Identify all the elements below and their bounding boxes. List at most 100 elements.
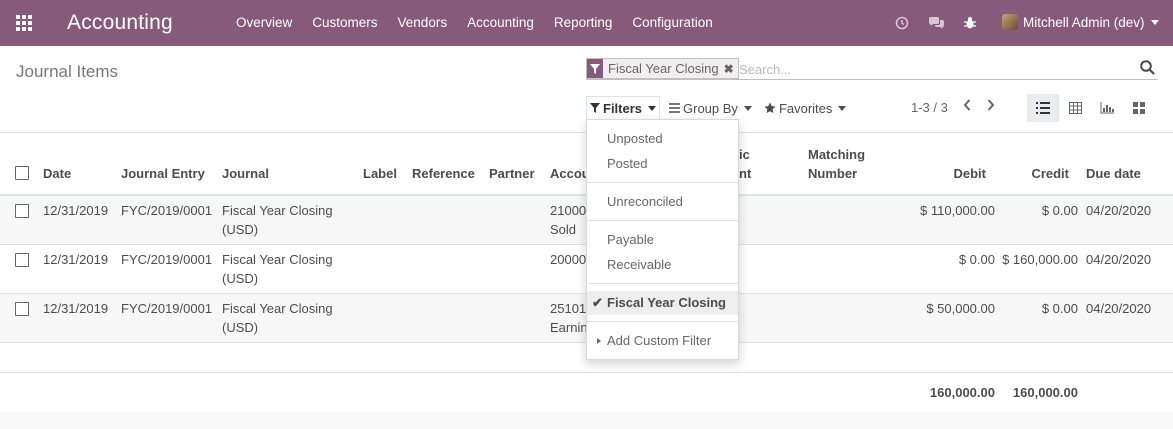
pager-value[interactable]: 1-3 / 3 — [911, 100, 948, 115]
filters-button[interactable]: Filters — [586, 96, 661, 120]
chevron-down-icon — [1150, 19, 1159, 25]
chevron-left-icon[interactable] — [962, 98, 972, 115]
filter-fiscal-year-closing[interactable]: ✔ Fiscal Year Closing — [587, 291, 738, 315]
kanban-view-icon[interactable] — [1123, 94, 1155, 122]
filter-icon — [587, 59, 603, 78]
menu-vendors[interactable]: Vendors — [388, 0, 458, 46]
filters-dropdown-menu: Unposted Posted Unreconciled Payable Rec… — [586, 119, 739, 360]
cell-debit: $ 110,000.00 — [920, 203, 995, 218]
systray — [893, 14, 979, 32]
column-label[interactable]: Label — [363, 164, 397, 183]
cell-date: 12/31/2019 — [43, 203, 109, 218]
filter-unposted[interactable]: Unposted — [587, 127, 738, 151]
menu-customers[interactable]: Customers — [302, 0, 387, 46]
user-name: Mitchell Admin (dev) — [1023, 14, 1145, 30]
graph-view-icon[interactable] — [1091, 94, 1123, 122]
select-all-checkbox[interactable] — [15, 166, 29, 180]
column-reference[interactable]: Reference — [412, 164, 475, 183]
pivot-view-icon[interactable] — [1059, 94, 1091, 122]
row-checkbox[interactable] — [15, 253, 29, 267]
column-analytic-line2[interactable]: nt — [739, 164, 751, 183]
column-matching-line2[interactable]: Number — [808, 164, 857, 183]
menu-overview[interactable]: Overview — [226, 0, 302, 46]
avatar — [1002, 14, 1018, 30]
cell-journal-currency: (USD) — [222, 271, 259, 286]
bug-icon[interactable] — [961, 14, 979, 32]
view-switcher — [1027, 94, 1155, 122]
caret-right-icon — [597, 338, 601, 344]
chevron-down-icon — [648, 105, 657, 111]
cell-due-date: 04/20/2020 — [1086, 301, 1152, 316]
search-icon[interactable] — [1140, 60, 1156, 76]
column-credit[interactable]: Credit — [1019, 164, 1069, 183]
chevron-down-icon — [743, 105, 752, 111]
app-title[interactable]: Accounting — [67, 11, 173, 35]
cell-credit: $ 0.00 — [1041, 301, 1078, 316]
cell-journal-entry: FYC/2019/0001 — [121, 301, 213, 316]
cell-debit: $ 0.00 — [958, 252, 995, 267]
list-view-icon[interactable] — [1027, 94, 1059, 122]
search-bar: Fiscal Year Closing ✖ — [586, 58, 1158, 80]
column-due-date[interactable]: Due date — [1086, 164, 1141, 183]
total-debit: 160,000.00 — [929, 385, 995, 400]
filter-payable[interactable]: Payable — [587, 228, 738, 252]
column-partner[interactable]: Partner — [489, 164, 535, 183]
cell-account: 21000 — [550, 203, 587, 218]
page-title[interactable]: Journal Items — [16, 62, 118, 82]
chat-icon[interactable] — [927, 14, 945, 32]
search-input[interactable] — [739, 60, 1119, 78]
divider — [587, 283, 738, 284]
row-checkbox[interactable] — [15, 204, 29, 218]
column-matching-line1[interactable]: Matching — [808, 145, 865, 164]
main-menu: Overview Customers Vendors Accounting Re… — [226, 0, 723, 46]
search-options: Filters Group By Favorites — [586, 96, 855, 120]
apps-menu-icon[interactable] — [16, 15, 34, 31]
cell-account: 25101 — [550, 301, 587, 316]
group-by-label: Group By — [683, 100, 738, 116]
chevron-right-icon[interactable] — [986, 98, 996, 115]
column-journal[interactable]: Journal — [222, 164, 269, 183]
cell-journal-currency: (USD) — [222, 222, 259, 237]
add-custom-filter-label: Add Custom Filter — [607, 333, 712, 348]
divider — [587, 220, 738, 221]
cell-date: 12/31/2019 — [43, 252, 109, 267]
cell-journal-entry: FYC/2019/0001 — [121, 252, 213, 267]
cell-account: 20000 — [550, 252, 587, 267]
cell-journal-currency: (USD) — [222, 320, 259, 335]
filters-label: Filters — [603, 100, 643, 116]
column-journal-entry[interactable]: Journal Entry — [121, 164, 205, 183]
chevron-down-icon — [838, 105, 847, 111]
check-icon: ✔ — [592, 295, 603, 310]
cell-credit: $ 0.00 — [1041, 203, 1078, 218]
remove-facet-icon[interactable]: ✖ — [724, 62, 738, 76]
cell-debit: $ 50,000.00 — [926, 301, 995, 316]
filter-receivable[interactable]: Receivable — [587, 253, 738, 277]
row-checkbox[interactable] — [15, 302, 29, 316]
total-credit: 160,000.00 — [1012, 385, 1078, 400]
pager-buttons — [962, 98, 996, 115]
menu-accounting[interactable]: Accounting — [457, 0, 544, 46]
column-date[interactable]: Date — [43, 164, 71, 183]
list-icon — [669, 103, 681, 113]
facet-label: Fiscal Year Closing — [608, 61, 719, 76]
column-debit[interactable]: Debit — [936, 164, 987, 183]
add-custom-filter[interactable]: Add Custom Filter — [587, 329, 738, 353]
menu-configuration[interactable]: Configuration — [622, 0, 722, 46]
column-account[interactable]: Accou — [550, 164, 590, 183]
filter-icon — [590, 103, 600, 113]
group-by-button[interactable]: Group By — [666, 96, 755, 120]
divider — [587, 182, 738, 183]
cell-journal-entry: FYC/2019/0001 — [121, 203, 213, 218]
favorites-button[interactable]: Favorites — [761, 96, 849, 120]
filter-posted[interactable]: Posted — [587, 152, 738, 176]
column-analytic-line1[interactable]: ic — [739, 145, 750, 164]
cell-credit: $ 160,000.00 — [1002, 252, 1078, 267]
cell-account-name: Earnin — [550, 320, 588, 335]
menu-reporting[interactable]: Reporting — [544, 0, 623, 46]
filter-unreconciled[interactable]: Unreconciled — [587, 190, 738, 214]
cell-date: 12/31/2019 — [43, 301, 109, 316]
clock-icon[interactable] — [893, 14, 911, 32]
search-facet[interactable]: Fiscal Year Closing ✖ — [586, 58, 739, 79]
cell-due-date: 04/20/2020 — [1086, 203, 1152, 218]
user-menu[interactable]: Mitchell Admin (dev) — [1002, 14, 1159, 30]
